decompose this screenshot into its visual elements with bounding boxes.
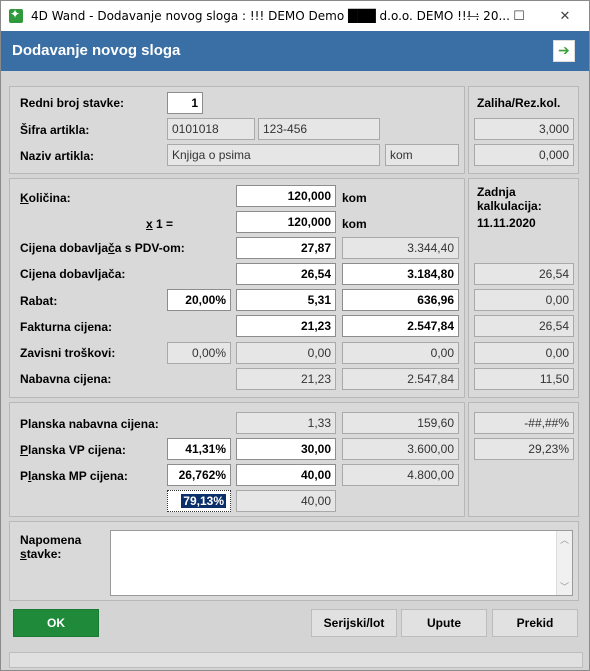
zadnja-fakt: 26,54 — [474, 315, 574, 337]
minimize-button[interactable]: — — [450, 1, 496, 31]
pmp-input[interactable]: 40,00 — [236, 464, 336, 486]
last-calc-panel: Zadnja kalkulacija: 11.11.2020 26,54 0,0… — [468, 178, 579, 398]
pnc-label: Planska nabavna cijena: — [20, 417, 159, 431]
sifra-field-2: 123-456 — [258, 118, 380, 140]
zaliha-field: 3,000 — [474, 118, 574, 140]
pnc-total: 159,60 — [342, 412, 459, 434]
zadnja-nabavna: 11,50 — [474, 368, 574, 390]
zadnja-label-2: kalkulacija: — [477, 199, 542, 213]
serijski-lot-button[interactable]: Serijski/lot — [311, 609, 397, 637]
cd-input[interactable]: 26,54 — [236, 263, 336, 285]
close-button[interactable]: ✕ — [542, 1, 588, 31]
rabat-pct-input[interactable]: 20,00% — [167, 289, 231, 311]
note-label: Napomena — [20, 533, 82, 547]
exit-icon[interactable] — [553, 40, 575, 62]
extra-value: 40,00 — [236, 490, 336, 512]
naziv-label: Naziv artikla: — [20, 149, 95, 163]
zadnja-rabat: 0,00 — [474, 289, 574, 311]
redni-label: Redni broj stavke: — [20, 96, 125, 110]
pvp-total: 3.600,00 — [342, 438, 459, 460]
rabat-total-input[interactable]: 636,96 — [342, 289, 459, 311]
zadnja-zavisni: 0,00 — [474, 342, 574, 364]
nabavna-total: 2.547,84 — [342, 368, 459, 390]
pvp-side: 29,23% — [474, 438, 574, 460]
zavisni-pct: 0,00% — [167, 342, 231, 364]
x1-label: x 1 = — [146, 217, 174, 231]
rez-field: 0,000 — [474, 144, 574, 166]
dialog-title: Dodavanje novog sloga — [12, 42, 181, 59]
cd-label: Cijena dobavljača: — [20, 267, 126, 281]
cdpdv-input[interactable]: 27,87 — [236, 237, 336, 259]
pvp-label: Planska VP cijena: — [20, 443, 126, 457]
scroll-up-icon[interactable]: ︿ — [560, 533, 569, 546]
window: 4D Wand - Dodavanje novog sloga : !!! DE… — [0, 0, 590, 671]
naziv-unit: kom — [385, 144, 459, 166]
app-icon — [9, 7, 23, 23]
zadnja-cd: 26,54 — [474, 263, 574, 285]
note-textarea[interactable]: ︿ ﹀ — [110, 530, 573, 596]
pnc-value: 1,33 — [236, 412, 336, 434]
sifra-label: Šifra artikla: — [20, 123, 90, 137]
zavisni-value: 0,00 — [236, 342, 336, 364]
nabavna-label: Nabavna cijena: — [20, 372, 112, 386]
upute-button[interactable]: Upute — [401, 609, 487, 637]
zavisni-total: 0,00 — [342, 342, 459, 364]
pvp-input[interactable]: 30,00 — [236, 438, 336, 460]
price-panel: Količina: 120,000 kom x 1 = 120,000 kom … — [9, 178, 465, 398]
zaliha-label: Zaliha/Rez.kol. — [477, 96, 561, 110]
fakt-input[interactable]: 21,23 — [236, 315, 336, 337]
rabat-input[interactable]: 5,31 — [236, 289, 336, 311]
window-title: 4D Wand - Dodavanje novog sloga : !!! DE… — [31, 9, 510, 23]
maximize-button[interactable]: ☐ — [496, 1, 542, 31]
article-panel: Redni broj stavke: 1 Šifra artikla: 0101… — [9, 86, 465, 174]
zadnja-label: Zadnja — [477, 185, 516, 199]
cdpdv-label: Cijena dobavljača s PDV-om: — [20, 241, 185, 255]
ok-button[interactable]: OK — [13, 609, 99, 637]
scroll-down-icon[interactable]: ﹀ — [560, 580, 569, 593]
fakt-label: Fakturna cijena: — [20, 320, 113, 334]
kolicina-input[interactable]: 120,000 — [236, 185, 336, 207]
margin-pct-input[interactable]: 79,13% — [167, 490, 231, 512]
naziv-field: Knjiga o psima — [167, 144, 380, 166]
x1-unit: kom — [342, 217, 367, 231]
note-scrollbar[interactable]: ︿ ﹀ — [556, 531, 572, 595]
pmp-total: 4.800,00 — [342, 464, 459, 486]
cdpdv-total: 3.344,40 — [342, 237, 459, 259]
rabat-label: Rabat: — [20, 294, 58, 308]
title-bar: 4D Wand - Dodavanje novog sloga : !!! DE… — [1, 1, 589, 31]
zadnja-date: 11.11.2020 — [477, 216, 536, 230]
pmp-label: Planska MP cijena: — [20, 469, 128, 483]
dialog-header: Dodavanje novog sloga — [1, 31, 589, 71]
planned-price-panel: Planska nabavna cijena: 1,33 159,60 Plan… — [9, 402, 465, 517]
selected-text: 79,13% — [181, 494, 226, 508]
kolicina-label: Količina: — [20, 191, 71, 205]
note-panel: Napomena stavke: ︿ ﹀ — [9, 521, 579, 601]
prekid-button[interactable]: Prekid — [492, 609, 578, 637]
pnc-side: -##,##% — [474, 412, 574, 434]
nabavna-value: 21,23 — [236, 368, 336, 390]
redni-input[interactable]: 1 — [167, 92, 203, 114]
x1-input[interactable]: 120,000 — [236, 211, 336, 233]
pvp-pct-input[interactable]: 41,31% — [167, 438, 231, 460]
planned-side-panel: -##,##% 29,23% — [468, 402, 579, 517]
zavisni-label: Zavisni troškovi: — [20, 346, 116, 360]
fakt-total-input[interactable]: 2.547,84 — [342, 315, 459, 337]
kolicina-unit: kom — [342, 191, 367, 205]
status-bar — [9, 652, 583, 668]
sifra-field: 0101018 — [167, 118, 255, 140]
stock-panel: Zaliha/Rez.kol. 3,000 0,000 — [468, 86, 579, 174]
cd-total-input[interactable]: 3.184,80 — [342, 263, 459, 285]
note-label-2: stavke: — [20, 547, 62, 561]
pmp-pct-input[interactable]: 26,762% — [167, 464, 231, 486]
